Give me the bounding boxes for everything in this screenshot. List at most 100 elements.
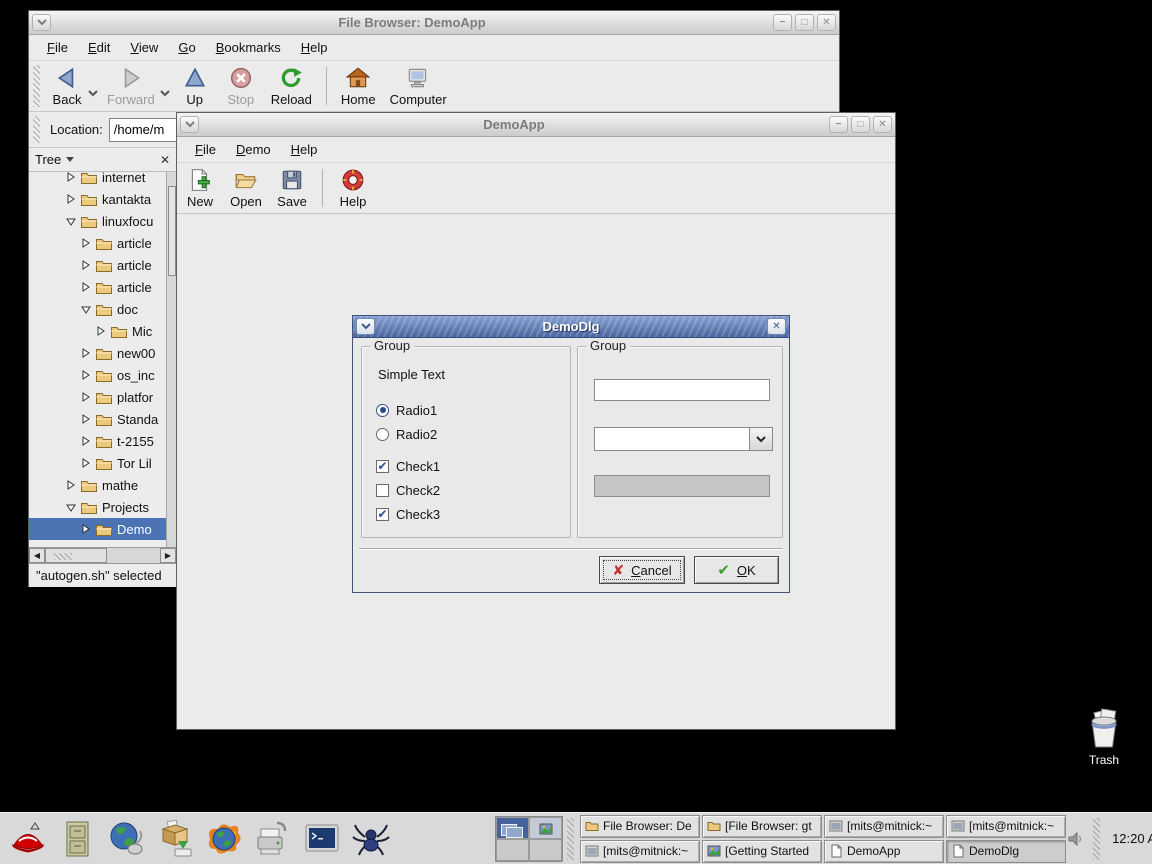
tree-item-t-2155[interactable]: t-2155	[29, 430, 176, 452]
collapsed-arrow-icon[interactable]	[81, 370, 91, 380]
demoapp-menu-help[interactable]: Help	[281, 139, 328, 160]
toolbar-home-button[interactable]: Home	[334, 64, 383, 109]
workspace-2[interactable]	[529, 817, 562, 839]
radio-radio1[interactable]: Radio1	[376, 398, 570, 422]
collapsed-arrow-icon[interactable]	[81, 348, 91, 358]
toolbar-save-button[interactable]: Save	[269, 166, 315, 211]
task-demodlg[interactable]: DemoDlg	[946, 840, 1066, 863]
tree-item-projects[interactable]: Projects	[29, 496, 176, 518]
toolbar-drag-handle[interactable]	[33, 65, 40, 107]
cancel-button[interactable]: ✘ Cancel	[599, 556, 685, 584]
printer-icon[interactable]	[252, 818, 294, 860]
tree-item-tor-lil[interactable]: Tor Lil	[29, 452, 176, 474]
tree-item-mathe[interactable]: mathe	[29, 474, 176, 496]
collapsed-arrow-icon[interactable]	[81, 260, 91, 270]
checkbox-icon[interactable]: ✔	[376, 508, 389, 521]
collapsed-arrow-icon[interactable]	[81, 436, 91, 446]
minimize-button[interactable]: −	[773, 14, 792, 31]
tree-item-platfor[interactable]: platfor	[29, 386, 176, 408]
task-getting-started[interactable]: [Getting Started	[702, 840, 822, 863]
chevron-down-icon[interactable]	[160, 90, 170, 97]
file-browser-menu-file[interactable]: File	[37, 37, 78, 58]
tree-item-article[interactable]: article	[29, 254, 176, 276]
collapsed-arrow-icon[interactable]	[81, 282, 91, 292]
window-menu-button[interactable]	[32, 14, 51, 31]
close-button[interactable]: ✕	[817, 14, 836, 31]
package-installer-icon[interactable]	[154, 818, 196, 860]
workspace-4[interactable]	[529, 839, 562, 861]
side-pane-close-icon[interactable]: ✕	[160, 153, 170, 167]
workspace-1[interactable]	[496, 817, 529, 839]
expanded-arrow-icon[interactable]	[66, 502, 76, 512]
tree-horizontal-scrollbar[interactable]: ◀ ▶	[29, 547, 176, 563]
toolbar-reload-button[interactable]: Reload	[264, 64, 319, 109]
collapsed-arrow-icon[interactable]	[81, 392, 91, 402]
task-file-browser-de[interactable]: File Browser: De	[580, 815, 700, 838]
expanded-arrow-icon[interactable]	[66, 216, 76, 226]
file-browser-menu-help[interactable]: Help	[291, 37, 338, 58]
file-browser-menu-bookmarks[interactable]: Bookmarks	[206, 37, 291, 58]
collapsed-arrow-icon[interactable]	[66, 480, 76, 490]
file-cabinet-icon[interactable]	[56, 818, 98, 860]
chevron-down-icon[interactable]	[66, 157, 74, 163]
volume-icon[interactable]	[1066, 830, 1084, 848]
workspace-3[interactable]	[496, 839, 529, 861]
demoapp-menu-demo[interactable]: Demo	[226, 139, 281, 160]
text-input[interactable]	[594, 379, 770, 401]
task-demoapp[interactable]: DemoApp	[824, 840, 944, 863]
radio-button-icon[interactable]	[376, 428, 389, 441]
ok-button[interactable]: ✔ OK	[694, 556, 779, 584]
side-pane-view-label[interactable]: Tree	[35, 152, 61, 167]
trash-shortcut[interactable]: Trash	[1074, 706, 1134, 767]
checkbox-icon[interactable]: ✔	[376, 460, 389, 473]
toolbar-up-button[interactable]: Up	[172, 64, 218, 109]
radio-button-icon[interactable]	[376, 404, 389, 417]
collapsed-arrow-icon[interactable]	[81, 524, 91, 534]
collapsed-arrow-icon[interactable]	[81, 458, 91, 468]
expanded-arrow-icon[interactable]	[81, 304, 91, 314]
tree-item-doc[interactable]: doc	[29, 298, 176, 320]
window-menu-button[interactable]	[180, 116, 199, 133]
task-mits-mitnick[interactable]: [mits@mitnick:~	[580, 840, 700, 863]
collapsed-arrow-icon[interactable]	[66, 194, 76, 204]
file-browser-menu-go[interactable]: Go	[168, 37, 205, 58]
task-file-browser-gt[interactable]: [File Browser: gt	[702, 815, 822, 838]
tree-item-standa[interactable]: Standa	[29, 408, 176, 430]
tree-item-demo[interactable]: Demo	[29, 518, 176, 540]
checkbox-check3[interactable]: ✔Check3	[376, 502, 570, 526]
collapsed-arrow-icon[interactable]	[81, 414, 91, 424]
tree-vertical-scrollbar[interactable]	[166, 172, 176, 547]
tree-item-new00[interactable]: new00	[29, 342, 176, 364]
checkbox-check2[interactable]: Check2	[376, 478, 570, 502]
combo-dropdown-button[interactable]	[750, 427, 773, 451]
terminal-icon[interactable]	[301, 818, 343, 860]
scroll-right-icon[interactable]: ▶	[160, 548, 176, 563]
browser-fire-icon[interactable]	[203, 818, 245, 860]
checkbox-icon[interactable]	[376, 484, 389, 497]
web-browser-icon[interactable]	[105, 818, 147, 860]
task-mits-mitnick[interactable]: [mits@mitnick:~	[824, 815, 944, 838]
window-menu-button[interactable]	[356, 318, 375, 335]
minimize-button[interactable]: −	[829, 116, 848, 133]
tree-item-article[interactable]: article	[29, 232, 176, 254]
red-hat-menu-icon[interactable]	[7, 818, 49, 860]
radio-radio2[interactable]: Radio2	[376, 422, 570, 446]
collapsed-arrow-icon[interactable]	[96, 326, 106, 336]
demoapp-menu-file[interactable]: File	[185, 139, 226, 160]
scrollbar-thumb[interactable]	[45, 548, 107, 563]
collapsed-arrow-icon[interactable]	[81, 238, 91, 248]
spider-icon[interactable]	[350, 818, 392, 860]
clock-drag-handle[interactable]	[1093, 818, 1100, 860]
file-browser-menu-view[interactable]: View	[120, 37, 168, 58]
toolbar-computer-button[interactable]: Computer	[383, 64, 454, 109]
collapsed-arrow-icon[interactable]	[66, 172, 76, 182]
toolbar-open-button[interactable]: Open	[223, 166, 269, 211]
workspace-switcher[interactable]	[495, 816, 563, 862]
close-button[interactable]: ✕	[767, 318, 786, 335]
checkbox-check1[interactable]: ✔Check1	[376, 454, 570, 478]
tree-item-kantakta[interactable]: kantakta	[29, 188, 176, 210]
close-button[interactable]: ✕	[873, 116, 892, 133]
maximize-button[interactable]: □	[851, 116, 870, 133]
tasklist-drag-handle[interactable]	[567, 818, 574, 860]
tree-item-internet[interactable]: internet	[29, 172, 176, 188]
